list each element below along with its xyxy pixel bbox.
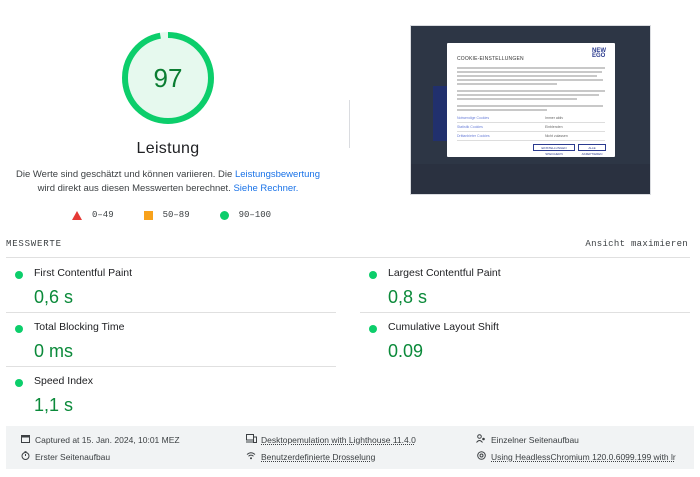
circle-icon	[219, 210, 229, 220]
performance-score-link[interactable]: Leistungsbewertung	[235, 169, 320, 180]
metric-value: 0,8 s	[388, 287, 428, 307]
text-line	[457, 71, 602, 73]
pass-circle-icon	[369, 325, 377, 333]
text-line	[457, 98, 577, 100]
metrics-title: MESSWERTE	[6, 239, 62, 249]
page-screenshot-thumbnail[interactable]: COOKIE-EINSTELLUNGEN NEW EGO Notwendige …	[410, 25, 651, 195]
cookie-row-label: Drittanbieter Cookies	[457, 134, 490, 138]
score-description: Die Werte sind geschätzt und können vari…	[10, 168, 326, 196]
devices-icon	[246, 434, 257, 445]
browser-info[interactable]: Using HeadlessChromium 120.0.6099.199 wi…	[476, 451, 676, 462]
captured-text: Captured at 15. Jan. 2024, 10:01 MEZ	[35, 434, 180, 445]
chrome-icon	[476, 451, 486, 462]
metric-divider	[6, 312, 336, 313]
text-line	[457, 94, 599, 96]
square-icon	[143, 210, 153, 220]
text-line	[457, 79, 603, 81]
metric-name: First Contentful Paint	[34, 267, 133, 279]
triangle-icon	[72, 210, 82, 220]
first-load-text: Erster Seitenaufbau	[35, 451, 111, 462]
emulation-info[interactable]: Desktopemulation with Lighthouse 11.4.0	[246, 434, 416, 445]
legend-pass: 90–100	[219, 210, 272, 220]
legend-average-label: 50–89	[162, 210, 190, 220]
score-value: 97	[153, 63, 183, 93]
save-settings-button: EINSTELLUNGEN SPEICHERN	[533, 144, 575, 156]
single-load-text: Einzelner Seitenaufbau	[491, 434, 579, 445]
throttling-text[interactable]: Benutzerdefinierte Drosselung	[261, 452, 375, 462]
divider	[349, 100, 350, 148]
cookie-modal: COOKIE-EINSTELLUNGEN NEW EGO Notwendige …	[447, 43, 615, 157]
metric-value: 1,1 s	[34, 395, 74, 415]
calculator-link[interactable]: Siehe Rechner.	[233, 183, 298, 194]
text-line	[457, 83, 557, 85]
thumbnail-footer	[411, 164, 650, 194]
legend-fail: 0–49	[72, 210, 114, 220]
expand-view-button[interactable]: Ansicht maximieren	[585, 239, 688, 249]
legend-average: 50–89	[143, 210, 190, 220]
emulation-text[interactable]: Desktopemulation with Lighthouse 11.4.0	[261, 435, 416, 445]
metric-value: 0.09	[388, 341, 424, 361]
first-load-info: Erster Seitenaufbau	[20, 451, 110, 462]
cookie-row-value: Nicht zulassen	[545, 134, 568, 138]
metric-name: Largest Contentful Paint	[388, 267, 501, 279]
desc-text-1: Die Werte sind geschätzt und können vari…	[15, 169, 235, 180]
cookie-row-value: Immer aktiv	[545, 116, 564, 120]
text-line	[457, 105, 603, 107]
metric-value: 0,6 s	[34, 287, 74, 307]
timer-icon	[20, 451, 30, 462]
browser-text[interactable]: Using HeadlessChromium 120.0.6099.199 wi…	[491, 452, 676, 462]
captured-info: Captured at 15. Jan. 2024, 10:01 MEZ	[20, 434, 180, 445]
cookie-modal-title: COOKIE-EINSTELLUNGEN	[457, 56, 524, 62]
text-line	[457, 67, 605, 69]
text-line	[457, 109, 547, 111]
score-title: Leistung	[136, 140, 200, 157]
text-line	[457, 90, 605, 92]
metric-name: Total Blocking Time	[34, 321, 125, 333]
score-legend: 0–49 50–89 90–100	[72, 210, 271, 220]
throttling-info[interactable]: Benutzerdefinierte Drosselung	[246, 451, 375, 462]
metric-divider	[6, 366, 336, 367]
cookie-row: Statistik Cookies Einblenden	[457, 124, 605, 132]
accept-all-button: ALLE AKZEPTIEREN	[578, 144, 606, 156]
wifi-icon	[246, 451, 256, 462]
pass-circle-icon	[369, 271, 377, 279]
metric-value: 0 ms	[34, 341, 74, 361]
cookie-row: Drittanbieter Cookies Nicht zulassen	[457, 133, 605, 141]
pass-circle-icon	[15, 271, 23, 279]
people-icon	[476, 434, 486, 445]
pass-circle-icon	[15, 325, 23, 333]
cookie-row: Notwendige Cookies Immer aktiv	[457, 115, 605, 123]
pass-circle-icon	[15, 379, 23, 387]
desc-text-2: wird direkt aus diesen Messwerten berech…	[37, 183, 234, 194]
calendar-icon	[20, 434, 30, 445]
text-line	[457, 75, 597, 77]
single-load-info: Einzelner Seitenaufbau	[476, 434, 579, 445]
brand-logo: NEW EGO	[592, 48, 606, 59]
cookie-row-value: Einblenden	[545, 125, 563, 129]
metrics-divider	[6, 257, 690, 258]
cookie-row-label: Statistik Cookies	[457, 125, 483, 129]
run-info-footer: Captured at 15. Jan. 2024, 10:01 MEZ Ers…	[6, 426, 694, 469]
metric-name: Cumulative Layout Shift	[388, 321, 499, 333]
performance-gauge: 97	[120, 30, 216, 126]
cookie-row-label: Notwendige Cookies	[457, 116, 490, 120]
metric-name: Speed Index	[34, 375, 93, 387]
legend-fail-label: 0–49	[92, 210, 114, 220]
legend-pass-label: 90–100	[238, 210, 272, 220]
metric-divider	[360, 312, 690, 313]
metrics-header: MESSWERTE Ansicht maximieren	[6, 239, 690, 259]
